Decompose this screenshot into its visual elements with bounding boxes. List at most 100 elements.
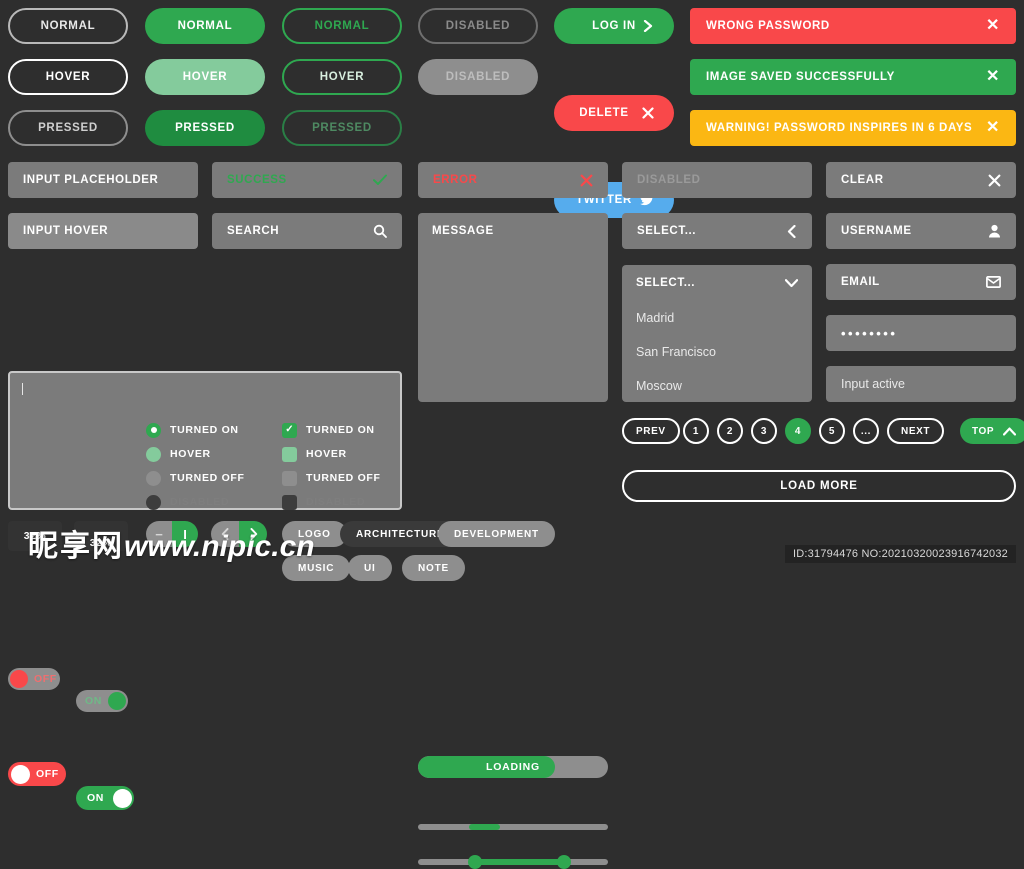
alert-error: WRONG PASSWORD ✕ <box>690 8 1016 44</box>
toggle-knob <box>108 692 126 710</box>
select-expanded[interactable]: SELECT... Madrid San Francisco Moscow <box>622 265 812 402</box>
button-outline-hover[interactable]: HOVER <box>8 59 128 95</box>
pagination-ellipsis[interactable]: ... <box>853 418 879 444</box>
select-collapsed[interactable]: SELECT... <box>622 213 812 249</box>
checkbox-hover[interactable]: HOVER <box>282 442 381 466</box>
id-value: ID:31794476 NO:20210320023916742032 <box>793 548 1008 560</box>
range-handle-low[interactable] <box>468 855 482 869</box>
pagination-page-4[interactable]: 4 <box>785 418 811 444</box>
range-handle-high[interactable] <box>557 855 572 869</box>
checkbox-disabled: DISABLED <box>282 490 381 514</box>
toggle-label: OFF <box>36 768 59 780</box>
toggle-on-hover[interactable]: ON <box>76 690 128 712</box>
select-option[interactable]: Moscow <box>622 369 812 402</box>
input-label: ERROR <box>433 174 478 186</box>
checkbox-label: TURNED ON <box>306 424 375 436</box>
progress-segment <box>469 824 500 830</box>
input-value: Input active <box>841 377 905 391</box>
chevron-left-icon <box>787 224 797 238</box>
progress-label: LOADING <box>485 761 540 773</box>
login-button[interactable]: LOG IN <box>554 8 674 44</box>
message-textarea[interactable]: MESSAGE <box>418 213 608 402</box>
toggle-off[interactable]: OFF <box>8 762 66 786</box>
button-solid-pressed[interactable]: PRESSED <box>145 110 265 146</box>
chevron-up-icon <box>1003 427 1017 436</box>
search-icon[interactable] <box>373 224 387 238</box>
input-placeholder[interactable]: INPUT PLACEHOLDER <box>8 162 198 198</box>
radio-hover[interactable]: HOVER <box>146 442 245 466</box>
input-error[interactable]: ERROR <box>418 162 608 198</box>
toggle-on[interactable]: ON <box>76 786 134 810</box>
select-label: SELECT... <box>636 277 696 289</box>
close-icon[interactable] <box>580 174 593 187</box>
active-input[interactable]: Input active <box>826 366 1016 402</box>
chip-ui[interactable]: UI <box>348 555 392 581</box>
button-disabled-solid: DISABLED <box>418 59 538 95</box>
button-outline-pressed[interactable]: PRESSED <box>8 110 128 146</box>
password-value: •••••••• <box>841 325 898 341</box>
mail-icon <box>986 276 1001 288</box>
chevron-down-icon <box>785 278 798 288</box>
radio-turned-on[interactable]: TURNED ON <box>146 418 245 442</box>
button-label: NORMAL <box>177 20 233 32</box>
pagination-page-1[interactable]: 1 <box>683 418 709 444</box>
watermark: 昵享网www.nipic.cn <box>28 521 315 565</box>
username-input[interactable]: USERNAME <box>826 213 1016 249</box>
pagination-next[interactable]: NEXT <box>887 418 945 444</box>
button-green-outline-normal[interactable]: NORMAL <box>282 8 402 44</box>
pagination-label: 4 <box>794 425 802 437</box>
radio-label: TURNED OFF <box>170 472 245 484</box>
radio-label: TURNED ON <box>170 424 239 436</box>
select-option[interactable]: San Francisco <box>622 335 812 369</box>
chip-development[interactable]: DEVELOPMENT <box>438 521 555 547</box>
pagination-page-5[interactable]: 5 <box>819 418 845 444</box>
button-green-outline-hover[interactable]: HOVER <box>282 59 402 95</box>
toggle-label: ON <box>87 792 104 804</box>
scroll-to-top-button[interactable]: TOP <box>960 418 1024 444</box>
checkbox-icon <box>282 446 297 462</box>
button-solid-normal[interactable]: NORMAL <box>145 8 265 44</box>
password-input[interactable]: •••••••• <box>826 315 1016 351</box>
load-more-button[interactable]: LOAD MORE <box>622 470 1016 502</box>
checkbox-label: HOVER <box>306 448 347 460</box>
button-green-outline-pressed[interactable]: PRESSED <box>282 110 402 146</box>
radio-icon <box>146 446 161 462</box>
checkbox-turned-on[interactable]: ✓ TURNED ON <box>282 418 381 442</box>
close-icon <box>642 107 654 119</box>
input-success[interactable]: SUCCESS <box>212 162 402 198</box>
pagination-page-3[interactable]: 3 <box>751 418 777 444</box>
watermark-url: www.nipic.cn <box>124 530 315 563</box>
chip-note[interactable]: NOTE <box>402 555 465 581</box>
chevron-right-icon <box>643 20 654 32</box>
delete-button[interactable]: DELETE <box>554 95 674 131</box>
load-more-label: LOAD MORE <box>780 480 858 492</box>
input-label: SEARCH <box>227 225 280 237</box>
checkbox-turned-off[interactable]: TURNED OFF <box>282 466 381 490</box>
button-outline-normal[interactable]: NORMAL <box>8 8 128 44</box>
range-slider[interactable] <box>418 855 608 869</box>
pagination-prev[interactable]: PREV <box>622 418 680 444</box>
select-option[interactable]: Madrid <box>622 301 812 335</box>
chip-label: NOTE <box>418 562 449 574</box>
pagination-page-2[interactable]: 2 <box>717 418 743 444</box>
pagination-label: 1 <box>692 425 700 437</box>
radio-icon <box>146 494 161 510</box>
button-solid-hover[interactable]: HOVER <box>145 59 265 95</box>
alert-warning: WARNING! PASSWORD INSPIRES IN 6 DAYS ✕ <box>690 110 1016 146</box>
search-input[interactable]: SEARCH <box>212 213 402 249</box>
input-hover[interactable]: INPUT HOVER <box>8 213 198 249</box>
radio-disabled: DISABLED <box>146 490 245 514</box>
radio-label: HOVER <box>170 448 211 460</box>
select-header[interactable]: SELECT... <box>622 265 812 301</box>
close-icon[interactable]: ✕ <box>986 69 1000 85</box>
chip-label: ARCHITECTURE <box>356 528 445 540</box>
close-icon[interactable]: ✕ <box>986 120 1000 136</box>
close-icon[interactable]: ✕ <box>986 18 1000 34</box>
email-input[interactable]: EMAIL <box>826 264 1016 300</box>
toggle-off-hover[interactable]: OFF <box>8 668 60 690</box>
radio-turned-off[interactable]: TURNED OFF <box>146 466 245 490</box>
pagination-label: 3 <box>760 425 768 437</box>
toggle-label: OFF <box>34 673 57 685</box>
input-clear[interactable]: CLEAR <box>826 162 1016 198</box>
close-icon[interactable] <box>988 174 1001 187</box>
